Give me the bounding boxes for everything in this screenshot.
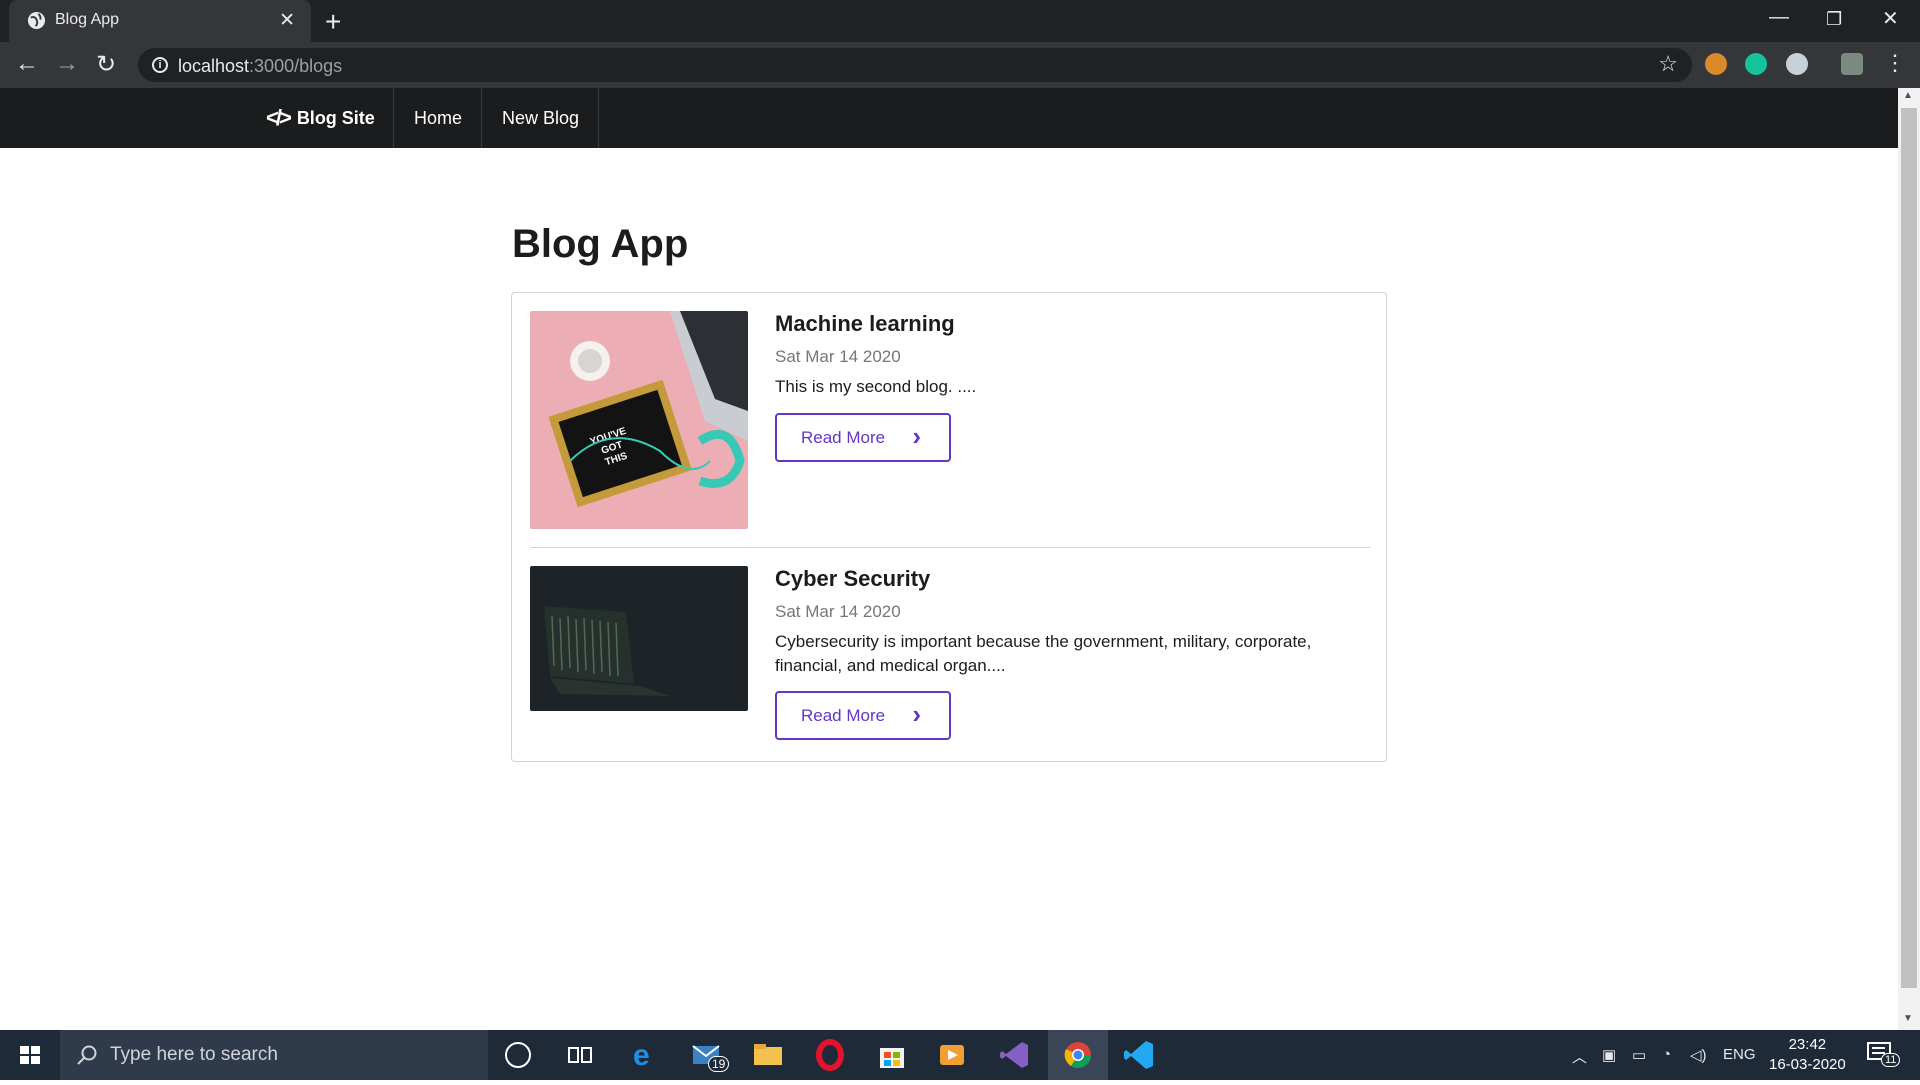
- blog-description: Cybersecurity is important because the g…: [775, 632, 1312, 675]
- dark-laptop-image: [530, 566, 748, 711]
- code-icon: </>: [266, 105, 292, 130]
- tab-title: Blog App: [55, 11, 120, 28]
- wifi-icon[interactable]: ◔: [1662, 1046, 1671, 1063]
- vscode-icon[interactable]: [1122, 1038, 1156, 1072]
- edge-icon[interactable]: e: [627, 1038, 661, 1072]
- nav-home[interactable]: Home: [395, 88, 483, 148]
- read-more-label: Read More: [801, 427, 886, 447]
- clock[interactable]: 23:42 16-03-2020: [1769, 1035, 1846, 1075]
- info-icon[interactable]: i: [152, 57, 168, 73]
- blog-thumbnail[interactable]: [530, 566, 748, 711]
- close-tab-icon[interactable]: ✕: [279, 9, 295, 32]
- windows-logo-icon: [20, 1046, 40, 1064]
- laptop-image: YOU'VE GOT THIS: [530, 311, 748, 529]
- svg-text:e: e: [633, 1039, 650, 1072]
- clock-date: 16-03-2020: [1769, 1056, 1846, 1073]
- scroll-up-icon[interactable]: ▲: [1903, 90, 1913, 101]
- scroll-thumb[interactable]: [1901, 108, 1917, 988]
- read-more-button[interactable]: Read More ›: [775, 691, 951, 740]
- chevron-right-icon: ›: [912, 699, 921, 729]
- blog-date: Sat Mar 14 2020: [775, 602, 901, 621]
- item-divider: [530, 547, 1370, 548]
- back-icon[interactable]: ←: [15, 50, 39, 78]
- restore-icon[interactable]: ❐: [1826, 9, 1842, 30]
- url-text: localhost:3000/blogs: [178, 56, 343, 76]
- cookie-extension-icon[interactable]: [1705, 53, 1727, 75]
- search-placeholder: Type here to search: [110, 1044, 278, 1065]
- chevron-right-icon: ›: [912, 421, 921, 451]
- page-title: Blog App: [512, 222, 689, 266]
- blog-title[interactable]: Machine learning: [775, 311, 955, 337]
- extension-icon[interactable]: [1786, 53, 1808, 75]
- blog-thumbnail[interactable]: YOU'VE GOT THIS: [530, 311, 748, 529]
- language-indicator[interactable]: ENG: [1723, 1046, 1756, 1063]
- brand-link[interactable]: </> Blog Site: [266, 88, 394, 148]
- read-more-button[interactable]: Read More ›: [775, 413, 951, 462]
- cortana-icon[interactable]: [505, 1042, 531, 1068]
- browser-tab[interactable]: Blog App ✕: [9, 0, 311, 42]
- media-player-icon[interactable]: [935, 1038, 969, 1072]
- new-tab-icon[interactable]: +: [325, 6, 341, 38]
- bookmark-star-icon[interactable]: ☆: [1658, 51, 1678, 77]
- address-bar[interactable]: i localhost:3000/blogs ☆: [138, 48, 1692, 82]
- action-icon[interactable]: ▣: [1602, 1046, 1616, 1064]
- page-scrollbar[interactable]: ▲ ▼: [1898, 88, 1920, 1030]
- minimize-icon[interactable]: —: [1769, 6, 1789, 29]
- read-more-label: Read More: [801, 705, 886, 725]
- visual-studio-icon[interactable]: [998, 1038, 1032, 1072]
- browser-toolbar: ← → ↻ i localhost:3000/blogs ☆ ⋮: [0, 42, 1920, 88]
- reload-icon[interactable]: ↻: [96, 50, 116, 79]
- notifications-button[interactable]: 11: [1867, 1042, 1901, 1070]
- mail-icon[interactable]: 19: [690, 1038, 730, 1072]
- show-hidden-icons-icon[interactable]: ︿: [1572, 1046, 1587, 1067]
- list-item: Cyber Security Sat Mar 14 2020 Cybersecu…: [530, 566, 1370, 740]
- site-navbar: </> Blog Site Home New Blog: [0, 88, 1898, 148]
- windows-taskbar: Type here to search e 19 ︿ ▣ ▭ ◔ ◁) ENG …: [0, 1030, 1920, 1080]
- notification-badge: 11: [1881, 1053, 1901, 1067]
- list-item: YOU'VE GOT THIS Machine learning Sat Mar…: [530, 311, 1370, 529]
- chrome-taskbar-item[interactable]: [1048, 1030, 1108, 1080]
- nav-new-blog[interactable]: New Blog: [483, 88, 600, 148]
- file-explorer-icon[interactable]: [751, 1038, 785, 1072]
- task-view-icon[interactable]: [563, 1038, 597, 1072]
- browser-titlebar: Blog App ✕ + — ❐ ✕: [0, 0, 1920, 42]
- blog-title[interactable]: Cyber Security: [775, 566, 930, 592]
- blog-date: Sat Mar 14 2020: [775, 347, 901, 366]
- globe-icon: [27, 11, 46, 30]
- start-button[interactable]: [0, 1030, 60, 1080]
- volume-icon[interactable]: ◁): [1690, 1046, 1707, 1064]
- opera-icon[interactable]: [813, 1038, 847, 1072]
- close-window-icon[interactable]: ✕: [1882, 6, 1899, 31]
- battery-icon[interactable]: ▭: [1632, 1046, 1646, 1064]
- search-icon: [77, 1045, 97, 1065]
- grammarly-extension-icon[interactable]: [1745, 53, 1767, 75]
- clock-time: 23:42: [1788, 1036, 1827, 1053]
- store-icon[interactable]: [875, 1038, 909, 1072]
- profile-avatar[interactable]: [1841, 53, 1863, 75]
- blog-list: YOU'VE GOT THIS Machine learning Sat Mar…: [511, 292, 1387, 762]
- scroll-down-icon[interactable]: ▼: [1903, 1013, 1913, 1024]
- mail-badge: 19: [708, 1056, 730, 1072]
- brand-name: Blog Site: [296, 107, 375, 128]
- menu-kebab-icon[interactable]: ⋮: [1884, 50, 1906, 76]
- blog-description: This is my second blog. ....: [775, 377, 977, 396]
- chrome-icon: [1064, 1042, 1092, 1069]
- taskbar-search[interactable]: Type here to search: [60, 1030, 488, 1080]
- forward-icon[interactable]: →: [55, 50, 79, 78]
